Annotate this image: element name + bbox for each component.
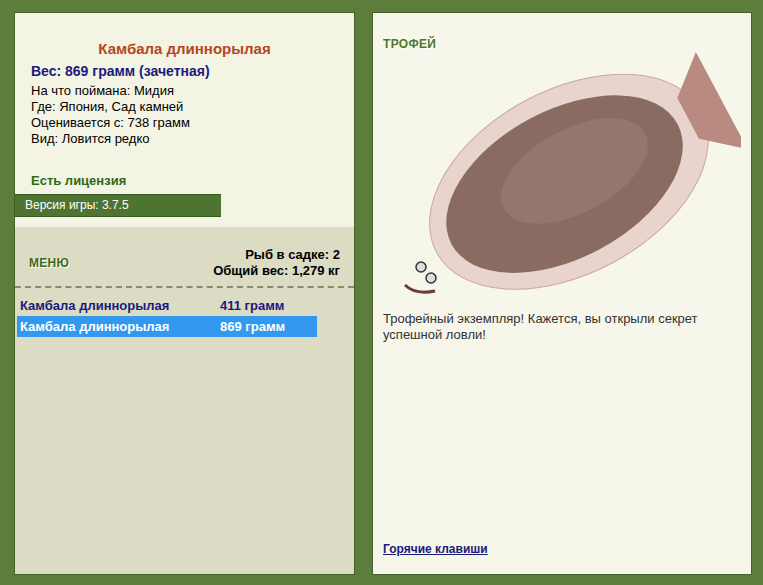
fish-detail: Оценивается с: 738 грамм <box>31 115 338 131</box>
fish-detail: Вид: Ловится редко <box>31 131 338 147</box>
version-bar: Версия игры: 3.7.5 <box>15 194 221 217</box>
catch-list: Камбала длиннорылая411 граммКамбала длин… <box>15 295 317 337</box>
catch-row[interactable]: Камбала длиннорылая411 грамм <box>17 295 317 316</box>
total-weight: Общий вес: 1,279 кг <box>213 263 340 279</box>
divider <box>15 286 354 288</box>
game-window: Камбала длиннорылаяВес: 869 грамм (зачет… <box>0 0 763 585</box>
fish-card-panel: Камбала длиннорылаяВес: 869 грамм (зачет… <box>14 12 355 575</box>
fish-detail: На что поймана: Мидия <box>31 83 338 99</box>
trophy-label: ТРОФЕЙ <box>383 35 741 53</box>
license-label: Есть лицензия <box>31 173 338 189</box>
hotkeys-link[interactable]: Горячие клавиши <box>383 542 488 556</box>
trophy-message: Трофейный экземпляр! Кажется, вы открыли… <box>383 311 741 343</box>
keepnet-count: Рыб в садке: 2 <box>213 247 340 263</box>
fish-weight: Вес: 869 грамм (зачетная) <box>31 61 338 81</box>
fish-picture <box>401 45 741 297</box>
menu-button[interactable]: МЕНЮ <box>29 254 69 272</box>
trophy-panel: ТРОФЕЙ Трофейный экземпляр! Кажется, вы о… <box>372 12 752 575</box>
fish-detail: Где: Япония, Сад камней <box>31 99 338 115</box>
catch-row[interactable]: Камбала длиннорылая869 грамм <box>17 316 317 337</box>
fish-title: Камбала длиннорылая <box>15 39 354 59</box>
